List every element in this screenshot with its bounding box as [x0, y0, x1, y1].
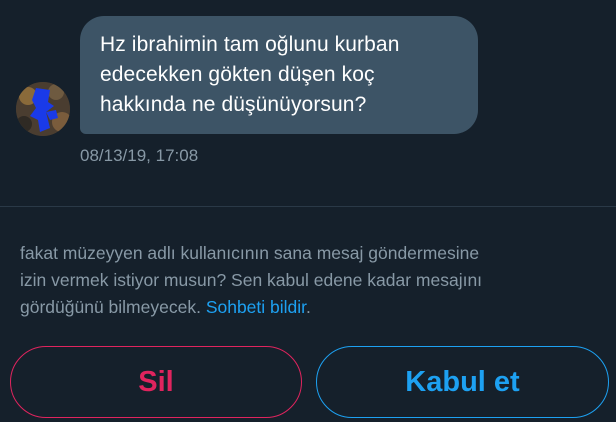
message-line: hakkında ne düşünüyorsun? — [100, 93, 367, 116]
delete-button-label: Sil — [138, 365, 174, 398]
message-line: edecekken gökten düşen koç — [100, 63, 375, 86]
message-line: Hz ibrahimin tam oğlunu kurban — [100, 33, 400, 56]
divider — [0, 206, 616, 207]
message-bubble[interactable]: Hz ibrahimin tam oğlunu kurban edecekken… — [80, 16, 478, 134]
notice-line-last: gördüğünü bilmeyecek. Sohbeti bildir. — [20, 294, 610, 321]
notice-line-text: gördüğünü bilmeyecek. — [20, 297, 206, 317]
notice-line: fakat müzeyyen adlı kullanıcının sana me… — [20, 243, 480, 263]
delete-button[interactable]: Sil — [10, 346, 302, 418]
accept-button-label: Kabul et — [405, 365, 520, 398]
sender-avatar[interactable] — [16, 82, 70, 136]
report-conversation-link[interactable]: Sohbeti bildir — [206, 297, 306, 317]
message-request-notice: fakat müzeyyen adlı kullanıcının sana me… — [20, 240, 610, 321]
message-thread: Hz ibrahimin tam oğlunu kurban edecekken… — [0, 0, 616, 205]
notice-suffix: . — [306, 297, 311, 317]
notice-line: izin vermek istiyor musun? Sen kabul ede… — [20, 270, 483, 290]
accept-button[interactable]: Kabul et — [316, 346, 609, 418]
avatar-image — [16, 82, 70, 136]
message-timestamp: 08/13/19, 17:08 — [80, 146, 199, 165]
